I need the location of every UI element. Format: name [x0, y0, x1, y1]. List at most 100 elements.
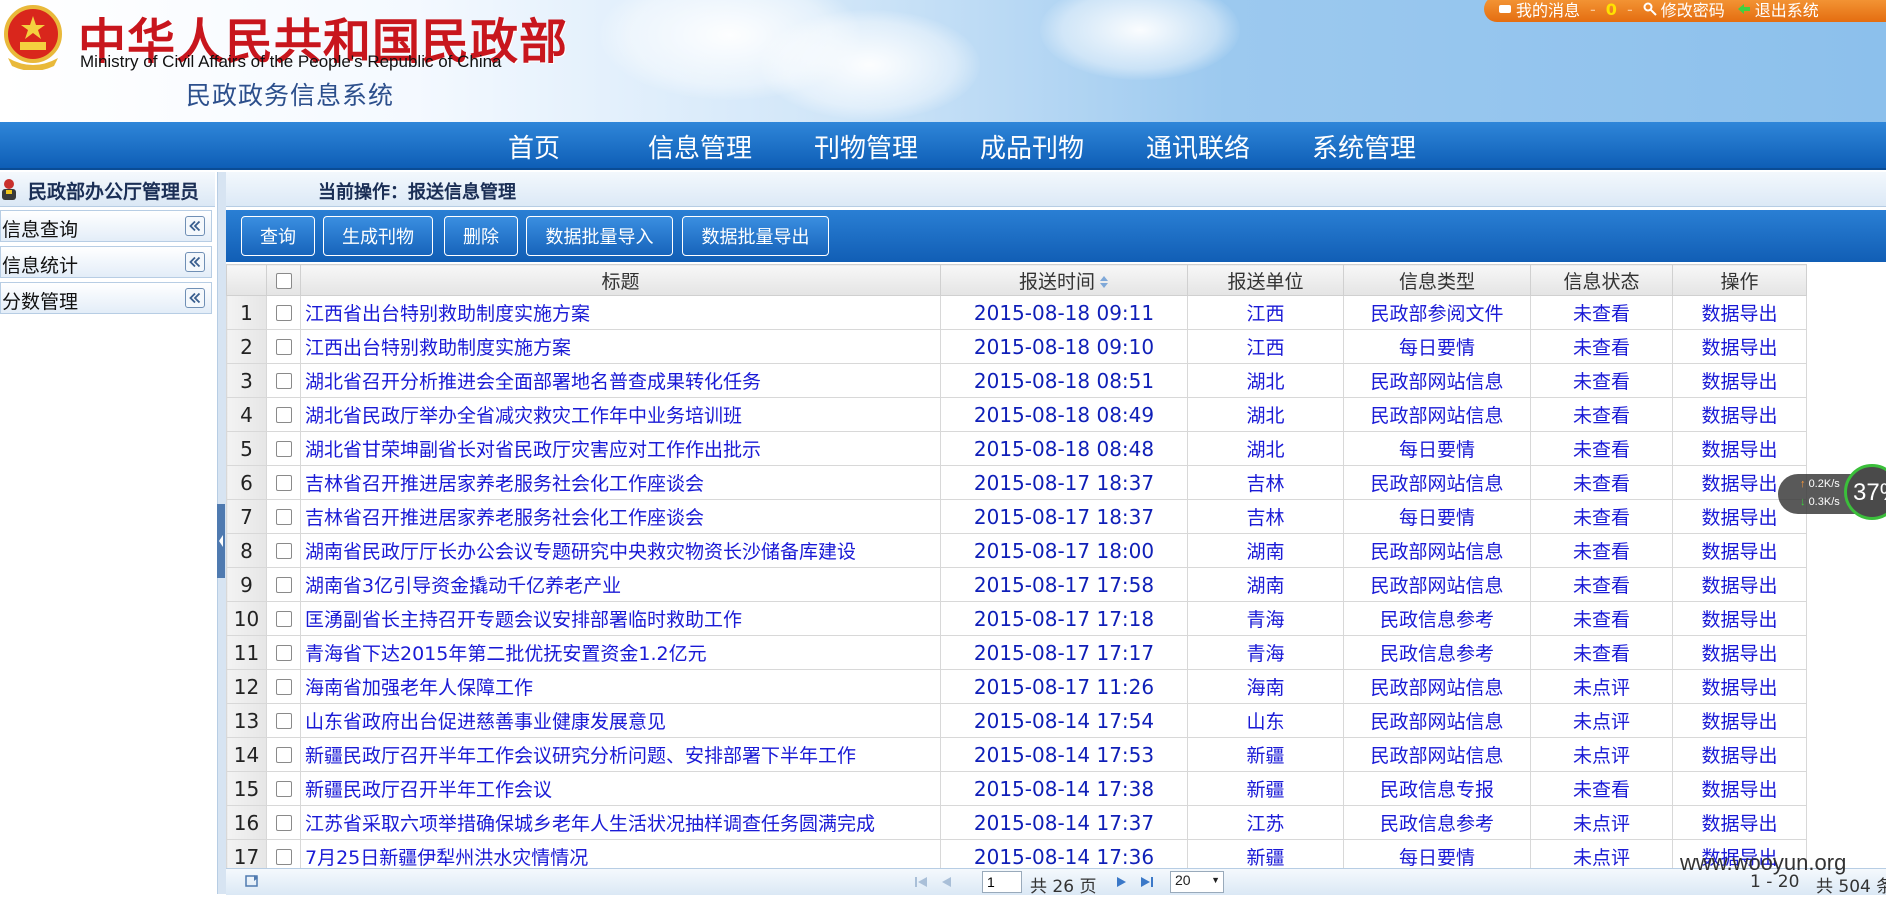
row-checkbox[interactable]	[275, 373, 292, 389]
nav-item-finished-journals[interactable]: 成品刊物	[980, 128, 1084, 165]
row-checkbox[interactable]	[275, 645, 292, 661]
sidebar-item-score-management[interactable]: 分数管理	[0, 282, 212, 314]
table-row[interactable]: 7 吉林省召开推进居家养老服务社会化工作座谈会 2015-08-17 18:37 吉林…	[226, 499, 1807, 534]
double-chevron-left-icon[interactable]	[185, 288, 205, 308]
row-checkbox[interactable]	[275, 577, 292, 593]
table-row[interactable]: 2 江西出台特别救助制度实施方案 2015-08-18 09:10 江西 每日要情 未查看…	[226, 329, 1807, 364]
nav-item-home[interactable]: 首页	[508, 128, 560, 165]
row-export-link[interactable]: 数据导出	[1672, 601, 1807, 636]
double-chevron-left-icon[interactable]	[185, 252, 205, 272]
network-speed-widget[interactable]: ↑ 0.2K/s ↓ 0.3K/s 37%	[1778, 464, 1886, 520]
select-all-checkbox[interactable]	[275, 272, 292, 289]
row-export-link[interactable]: 数据导出	[1672, 703, 1807, 738]
prev-page-icon[interactable]	[938, 875, 954, 889]
row-title-link[interactable]: 江西省出台特别救助制度实施方案	[300, 295, 941, 330]
last-page-icon[interactable]	[1138, 875, 1154, 889]
sidebar-item-info-statistics[interactable]: 信息统计	[0, 246, 212, 278]
table-row[interactable]: 5 湖北省甘荣坤副省长对省民政厅灾害应对工作作出批示 2015-08-18 08:4…	[226, 431, 1807, 466]
row-export-link[interactable]: 数据导出	[1672, 295, 1807, 330]
row-checkbox[interactable]	[275, 747, 292, 763]
table-row[interactable]: 10 匡湧副省长主持召开专题会议安排部署临时救助工作 2015-08-17 17:1…	[226, 601, 1807, 636]
row-title-link[interactable]: 湖北省召开分析推进会全面部署地名普查成果转化任务	[300, 363, 941, 398]
column-header-unit[interactable]: 报送单位	[1187, 264, 1344, 296]
row-checkbox[interactable]	[275, 441, 292, 457]
row-export-link[interactable]: 数据导出	[1672, 533, 1807, 568]
row-title-link[interactable]: 湖北省民政厅举办全省减灾救灾工作年中业务培训班	[300, 397, 941, 432]
table-row[interactable]: 8 湖南省民政厅厅长办公会议专题研究中央救灾物资长沙储备库建设 2015-08-17…	[226, 533, 1807, 568]
nav-item-system-management[interactable]: 系统管理	[1312, 128, 1416, 165]
row-export-link[interactable]: 数据导出	[1672, 737, 1807, 772]
table-row[interactable]: 3 湖北省召开分析推进会全面部署地名普查成果转化任务 2015-08-18 08:5…	[226, 363, 1807, 398]
batch-import-button[interactable]: 数据批量导入	[526, 216, 673, 256]
row-title-link[interactable]: 青海省下达2015年第二批优抚安置资金1.2亿元	[300, 635, 941, 670]
row-checkbox[interactable]	[275, 611, 292, 627]
row-title-link[interactable]: 新疆民政厅召开半年工作会议	[300, 771, 941, 806]
double-chevron-left-icon[interactable]	[185, 216, 205, 236]
column-header-title[interactable]: 标题	[300, 264, 941, 296]
row-title-link[interactable]: 7月25日新疆伊犁州洪水灾情情况	[300, 839, 941, 868]
sidebar-item-info-query[interactable]: 信息查询	[0, 210, 212, 242]
row-title-link[interactable]: 湖南省3亿引导资金撬动千亿养老产业	[300, 567, 941, 602]
row-checkbox[interactable]	[275, 475, 292, 491]
row-checkbox[interactable]	[275, 679, 292, 695]
column-header-time[interactable]: 报送时间	[940, 264, 1188, 296]
row-checkbox[interactable]	[275, 815, 292, 831]
query-button[interactable]: 查询	[241, 216, 315, 256]
nav-item-journal-management[interactable]: 刊物管理	[814, 128, 918, 165]
first-page-icon[interactable]	[914, 875, 930, 889]
row-title-link[interactable]: 新疆民政厅召开半年工作会议研究分析问题、安排部署下半年工作	[300, 737, 941, 772]
column-header-status[interactable]: 信息状态	[1530, 264, 1673, 296]
column-header-type[interactable]: 信息类型	[1343, 264, 1531, 296]
row-checkbox[interactable]	[275, 339, 292, 355]
row-title-link[interactable]: 吉林省召开推进居家养老服务社会化工作座谈会	[300, 499, 941, 534]
row-title-link[interactable]: 湖南省民政厅厅长办公会议专题研究中央救灾物资长沙储备库建设	[300, 533, 941, 568]
row-title-link[interactable]: 江苏省采取六项举措确保城乡老年人生活状况抽样调查任务圆满完成	[300, 805, 941, 840]
row-export-link[interactable]: 数据导出	[1672, 329, 1807, 364]
row-title-link[interactable]: 匡湧副省长主持召开专题会议安排部署临时救助工作	[300, 601, 941, 636]
logout-link[interactable]: 退出系统	[1737, 0, 1819, 21]
next-page-icon[interactable]	[1114, 875, 1130, 889]
row-export-link[interactable]: 数据导出	[1672, 397, 1807, 432]
row-title-link[interactable]: 山东省政府出台促进慈善事业健康发展意见	[300, 703, 941, 738]
my-messages-link[interactable]: 我的消息	[1498, 0, 1580, 21]
table-row[interactable]: 13 山东省政府出台促进慈善事业健康发展意见 2015-08-14 17:54 山东民…	[226, 703, 1807, 738]
row-export-link[interactable]: 数据导出	[1672, 635, 1807, 670]
row-export-link[interactable]: 数据导出	[1672, 805, 1807, 840]
row-export-link[interactable]: 数据导出	[1672, 363, 1807, 398]
nav-item-info-management[interactable]: 信息管理	[648, 128, 752, 165]
row-checkbox[interactable]	[275, 781, 292, 797]
row-export-link[interactable]: 数据导出	[1672, 669, 1807, 704]
generate-journal-button[interactable]: 生成刊物	[323, 216, 433, 256]
delete-button[interactable]: 删除	[444, 216, 518, 256]
table-row[interactable]: 17 7月25日新疆伊犁州洪水灾情情况 2015-08-14 17:36 新疆 每日要情…	[226, 839, 1807, 868]
change-password-link[interactable]: 修改密码	[1643, 0, 1725, 21]
table-row[interactable]: 11 青海省下达2015年第二批优抚安置资金1.2亿元 2015-08-17 17:…	[226, 635, 1807, 670]
column-header-action[interactable]: 操作	[1672, 264, 1807, 296]
table-row[interactable]: 4 湖北省民政厅举办全省减灾救灾工作年中业务培训班 2015-08-18 08:49…	[226, 397, 1807, 432]
row-export-link[interactable]: 数据导出	[1672, 771, 1807, 806]
table-row[interactable]: 1 江西省出台特别救助制度实施方案 2015-08-18 09:11 江西 民政部参阅文…	[226, 295, 1807, 330]
row-export-link[interactable]: 数据导出	[1672, 567, 1807, 602]
row-checkbox[interactable]	[275, 407, 292, 423]
row-title-link[interactable]: 江西出台特别救助制度实施方案	[300, 329, 941, 364]
table-row[interactable]: 9 湖南省3亿引导资金撬动千亿养老产业 2015-08-17 17:58 湖南 民政部网…	[226, 567, 1807, 602]
refresh-icon[interactable]	[244, 874, 260, 888]
table-row[interactable]: 15 新疆民政厅召开半年工作会议 2015-08-14 17:38 新疆 民政信息专报未…	[226, 771, 1807, 806]
row-checkbox[interactable]	[275, 849, 292, 865]
table-row[interactable]: 6 吉林省召开推进居家养老服务社会化工作座谈会 2015-08-17 18:37 吉林…	[226, 465, 1807, 500]
row-title-link[interactable]: 湖北省甘荣坤副省长对省民政厅灾害应对工作作出批示	[300, 431, 941, 466]
table-row[interactable]: 14 新疆民政厅召开半年工作会议研究分析问题、安排部署下半年工作 2015-08-1…	[226, 737, 1807, 772]
row-checkbox[interactable]	[275, 713, 292, 729]
page-size-select[interactable]: 20	[1170, 871, 1224, 893]
sidebar-collapse-handle[interactable]	[217, 504, 225, 578]
row-checkbox[interactable]	[275, 543, 292, 559]
page-number-input[interactable]	[982, 871, 1022, 893]
table-row[interactable]: 12 海南省加强老年人保障工作 2015-08-17 11:26 海南 民政部网站信息未…	[226, 669, 1807, 704]
row-checkbox[interactable]	[275, 509, 292, 525]
row-title-link[interactable]: 吉林省召开推进居家养老服务社会化工作座谈会	[300, 465, 941, 500]
row-export-link[interactable]: 数据导出	[1672, 431, 1807, 466]
row-checkbox[interactable]	[275, 305, 292, 321]
table-row[interactable]: 16 江苏省采取六项举措确保城乡老年人生活状况抽样调查任务圆满完成 2015-08-…	[226, 805, 1807, 840]
sort-icon[interactable]	[1099, 274, 1109, 290]
batch-export-button[interactable]: 数据批量导出	[682, 216, 829, 256]
